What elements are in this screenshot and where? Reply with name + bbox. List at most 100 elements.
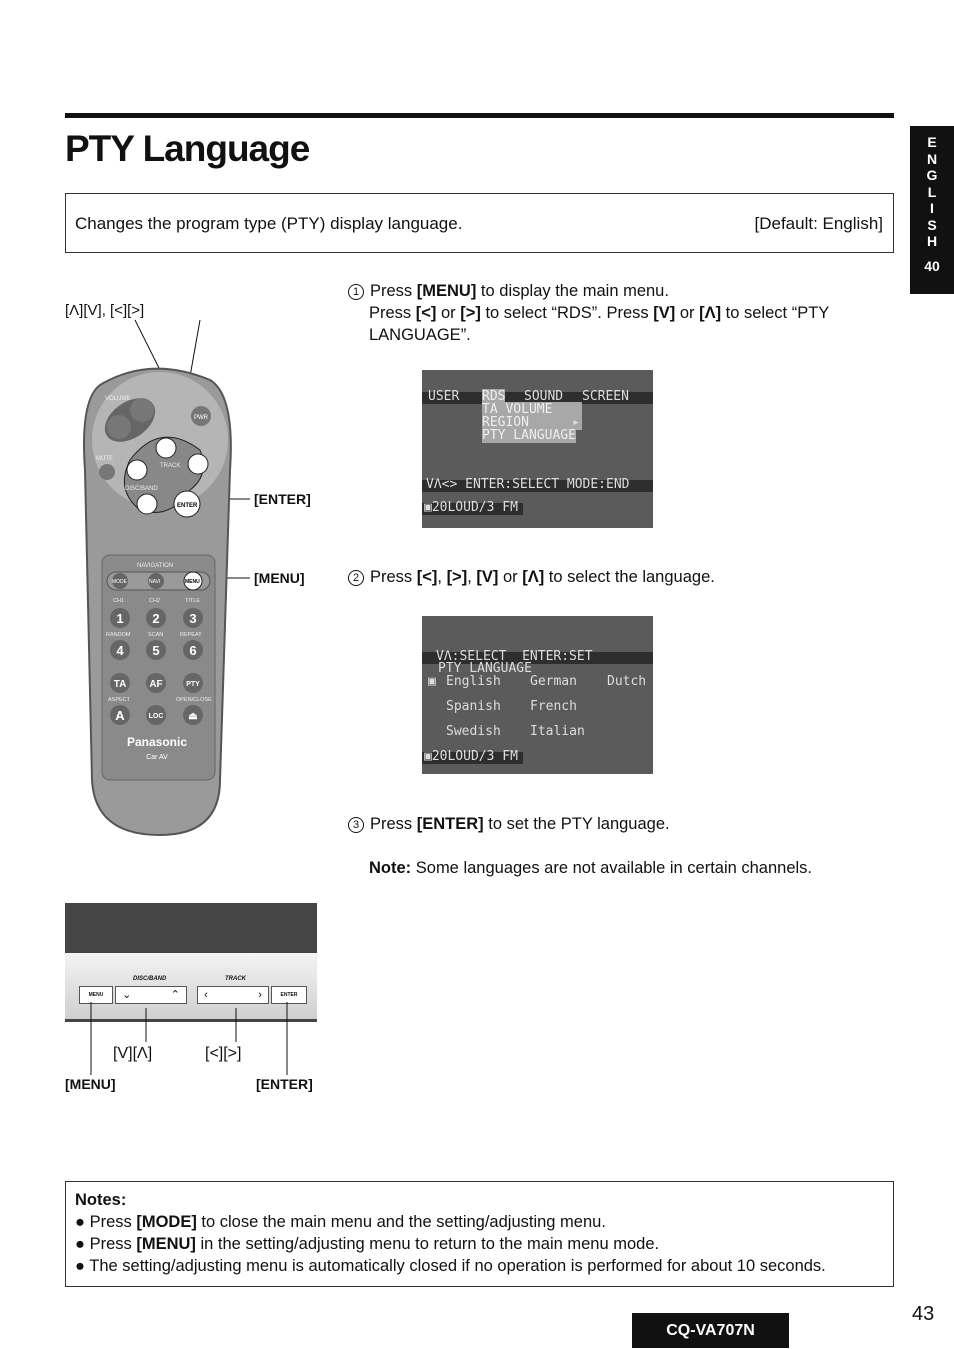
- volume-up-button[interactable]: [130, 398, 154, 422]
- menu-tab: SCREEN: [582, 389, 629, 404]
- note-text: Some languages are not available in cert…: [411, 859, 813, 877]
- step-number: 3: [348, 817, 364, 833]
- language-option: Spanish: [446, 699, 501, 714]
- step-3: 3 Press [ENTER] to set the PTY language. …: [348, 813, 812, 879]
- callout-lines: [90, 1002, 288, 1075]
- disc-band-label: DISC/BAND: [133, 976, 167, 982]
- label-2: 2: [152, 611, 159, 626]
- ch1-label: CH1: [113, 598, 124, 604]
- eject-icon: ⏏: [188, 711, 198, 722]
- track-label: TRACK: [160, 463, 180, 469]
- af-label: AF: [149, 679, 162, 690]
- notes-box: Notes: ● Press [MODE] to close the main …: [65, 1181, 894, 1287]
- language-option: German: [530, 674, 577, 689]
- language-option: Swedish: [446, 724, 501, 739]
- enter-text: ENTER: [177, 503, 198, 509]
- label-5: 5: [152, 643, 159, 658]
- remote-menu-label: [MENU]: [254, 570, 305, 586]
- page-number: 43: [912, 1303, 935, 1325]
- text: Press: [370, 815, 417, 833]
- key-down: [V]: [653, 304, 676, 322]
- model-badge: CQ-VA707N: [632, 1313, 789, 1348]
- key-left: [<]: [416, 568, 438, 586]
- label-4: 4: [116, 643, 124, 658]
- text: to select the language.: [544, 568, 715, 586]
- down-button[interactable]: [136, 493, 158, 515]
- ch2-label: CH2: [149, 598, 160, 604]
- key-menu: [MENU]: [416, 282, 477, 300]
- pty-label: PTY: [186, 681, 200, 688]
- tab-letter: S: [927, 216, 937, 233]
- unit-left-right-label: [<][>]: [205, 1045, 242, 1062]
- unit-menu-label: [MENU]: [65, 1076, 116, 1092]
- volume-down-button[interactable]: [107, 415, 131, 439]
- text: or: [498, 568, 523, 586]
- text: to set the PTY language.: [483, 815, 670, 833]
- random-label: RANDOM: [106, 632, 131, 638]
- track-label: TRACK: [225, 976, 246, 982]
- menu-item: PTY LANGUAGE: [482, 428, 576, 443]
- note-item: ● Press [MODE] to close the main menu an…: [75, 1213, 606, 1231]
- up-button[interactable]: [126, 459, 148, 481]
- status-line: ▣20LOUD/3 FM: [424, 749, 518, 764]
- right-button[interactable]: [187, 453, 209, 475]
- pwr-label: PWR: [194, 415, 209, 421]
- left-button[interactable]: [155, 437, 177, 459]
- text: to display the main menu.: [476, 282, 669, 300]
- tab-letter: G: [926, 167, 938, 183]
- notes-title: Notes:: [75, 1191, 127, 1209]
- key-mode: [MODE]: [136, 1213, 197, 1231]
- note-label: Note:: [369, 859, 412, 877]
- step-1: 1 Press [MENU] to display the main menu. …: [348, 280, 898, 346]
- description-box: Changes the program type (PTY) display l…: [65, 193, 894, 253]
- menu-tab: USER: [428, 389, 460, 404]
- manual-page: PTY Language Changes the program type (P…: [0, 0, 954, 1349]
- key-up: [Λ]: [522, 568, 545, 586]
- a-label: A: [115, 708, 125, 723]
- language-option: French: [530, 699, 577, 714]
- text: in the setting/adjusting menu to return …: [195, 1235, 660, 1253]
- label-3: 3: [189, 611, 196, 626]
- label-1: 1: [116, 611, 123, 626]
- unit-enter-label: [ENTER]: [256, 1076, 313, 1092]
- ta-label: TA: [114, 679, 127, 690]
- step-number: 1: [348, 284, 364, 300]
- tab-letter: H: [926, 233, 938, 249]
- text: or: [675, 304, 700, 322]
- language-option: English: [446, 674, 501, 689]
- scan-label: SCAN: [148, 632, 163, 638]
- note-item: ● The setting/adjusting menu is automati…: [75, 1257, 826, 1275]
- language-option: Italian: [530, 724, 585, 739]
- unit-down-up-label: [V][Λ]: [113, 1045, 153, 1062]
- navigation-label: NAVIGATION: [137, 563, 173, 569]
- key-left: [<]: [415, 304, 437, 322]
- brand-logo: Panasonic: [127, 735, 187, 749]
- language-tab: E N G L I S H 40: [910, 126, 954, 294]
- text: Press: [370, 568, 417, 586]
- text: to close the main menu and the setting/a…: [196, 1213, 606, 1231]
- label-6: 6: [189, 643, 196, 658]
- note-item: ● Press [MENU] in the setting/adjusting …: [75, 1235, 660, 1253]
- text: Press: [370, 282, 417, 300]
- tab-letter: I: [930, 200, 934, 216]
- menu-text: MENU: [185, 579, 200, 585]
- page-title: PTY Language: [65, 128, 310, 169]
- key-right: [>]: [460, 304, 481, 322]
- mute-label: MUTE: [96, 456, 113, 462]
- mute-button[interactable]: [99, 464, 115, 480]
- language-option: Dutch: [607, 674, 647, 689]
- text: ,: [467, 568, 477, 586]
- tab-letter: E: [927, 134, 937, 150]
- text: Press: [369, 304, 416, 322]
- key-up: [Λ]: [699, 304, 722, 322]
- remote-enter-label: [ENTER]: [254, 491, 311, 507]
- text: or: [436, 304, 461, 322]
- car-av-label: Car AV: [146, 754, 168, 761]
- key-right: [>]: [446, 568, 468, 586]
- default-value: [Default: English]: [754, 214, 883, 233]
- open-close-label: OPEN/CLOSE: [176, 697, 212, 703]
- text: The setting/adjusting menu is automatica…: [89, 1257, 826, 1275]
- key-down: [V]: [476, 568, 499, 586]
- title-rule: [65, 113, 894, 118]
- head-unit-display: [65, 903, 317, 953]
